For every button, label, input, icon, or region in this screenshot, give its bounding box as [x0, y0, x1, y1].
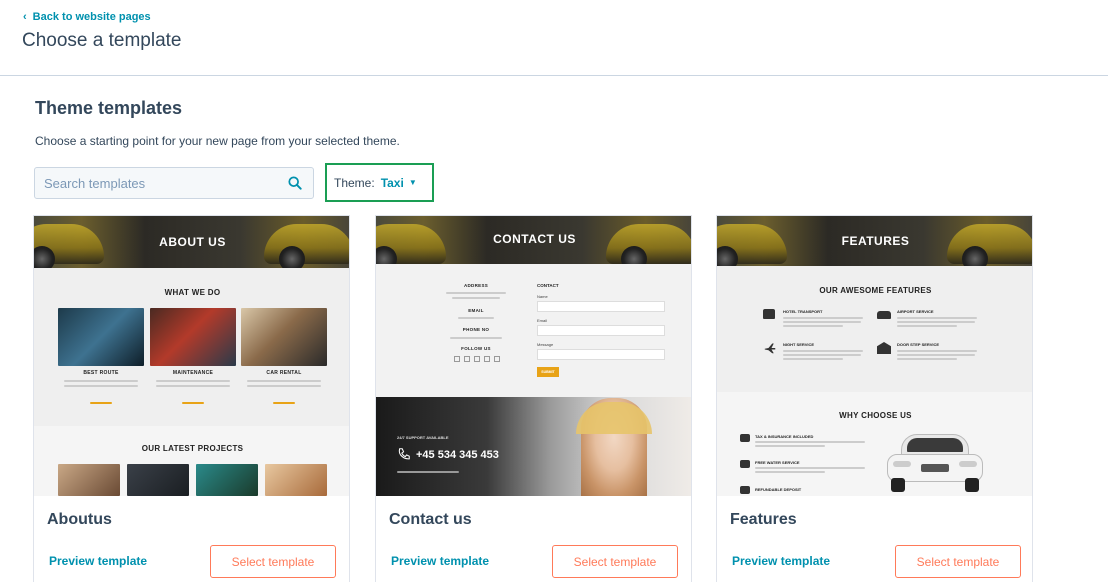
thumbnail-label: ADDRESS	[463, 283, 489, 288]
preview-template-link[interactable]: Preview template	[49, 554, 147, 568]
thumbnail-reason-label: REFUNDABLE DEPOSIT	[755, 487, 802, 492]
back-link-label: Back to website pages	[32, 11, 151, 23]
preview-template-link[interactable]: Preview template	[732, 554, 830, 568]
thumbnail-hero-title: ABOUT US	[159, 235, 226, 249]
thumbnail-feature-label: DOOR STEP SERVICE	[897, 342, 940, 347]
thumbnail-label: FOLLOW US	[461, 346, 491, 351]
template-card-aboutus: ABOUT US WHAT WE DO BEST ROUTE MAINTENAN…	[33, 215, 350, 582]
thumbnail-feature-label: AIRPORT SERVICE	[897, 309, 934, 314]
thumbnail-label: PHONE NO	[462, 327, 490, 332]
template-thumbnail[interactable]: FEATURES OUR AWESOME FEATURES HOTEL TRAN…	[717, 216, 1032, 496]
thumbnail-submit: SUBMIT	[537, 367, 559, 377]
thumbnail-heading: OUR LATEST PROJECTS	[141, 444, 244, 453]
thumbnail-hero: CONTACT US	[376, 216, 691, 264]
section-title: Theme templates	[35, 98, 183, 118]
thumbnail-hero: FEATURES	[717, 216, 1032, 266]
thumbnail-heading: WHY CHOOSE US	[839, 411, 912, 420]
thumbnail-reason-label: FREE WATER SERVICE	[755, 460, 800, 465]
chevron-left-icon: ‹	[23, 11, 27, 23]
search-input[interactable]	[35, 175, 275, 191]
page-title: Choose a template	[22, 30, 182, 51]
thumbnail-field-label: Email	[537, 318, 548, 323]
page-header: ‹ Back to website pages Choose a templat…	[0, 0, 1108, 76]
thumbnail-heading: OUR AWESOME FEATURES	[819, 286, 932, 295]
thumbnail-item-label: MAINTENANCE	[172, 370, 214, 376]
thumbnail-support-label: 24/7 SUPPORT AVAILABLE	[397, 435, 449, 440]
thumbnail-feature-label: NIGHT SERVICE	[783, 342, 815, 347]
theme-value: Taxi	[380, 175, 404, 190]
thumbnail-form-title: CONTACT	[537, 283, 559, 288]
thumbnail-hero-title: FEATURES	[841, 234, 910, 248]
thumbnail-item-label: CAR RENTAL	[266, 370, 302, 376]
airplane-icon	[764, 343, 776, 354]
thumbnail-field-label: Name	[537, 294, 548, 299]
template-thumbnail[interactable]: CONTACT US ADDRESS EMAIL PHONE NO FOLLOW…	[376, 216, 691, 496]
thumbnail-feature-label: HOTEL TRANSPORT	[783, 309, 823, 314]
section-description: Choose a starting point for your new pag…	[35, 134, 400, 148]
template-name: Aboutus	[47, 511, 112, 528]
template-card-contact-us: CONTACT US ADDRESS EMAIL PHONE NO FOLLOW…	[375, 215, 692, 582]
phone-icon	[398, 448, 410, 460]
preview-template-link[interactable]: Preview template	[391, 554, 489, 568]
search-icon[interactable]	[288, 176, 302, 190]
thumbnail-field-label: Message	[537, 342, 554, 347]
theme-label: Theme:	[334, 175, 375, 190]
select-template-button[interactable]: Select template	[552, 545, 678, 578]
template-name: Contact us	[389, 511, 472, 528]
back-to-website-pages-link[interactable]: ‹ Back to website pages	[23, 11, 151, 23]
select-template-button[interactable]: Select template	[210, 545, 336, 578]
template-card-features: FEATURES OUR AWESOME FEATURES HOTEL TRAN…	[716, 215, 1033, 582]
thumbnail-heading: WHAT WE DO	[164, 288, 221, 297]
thumbnail-hero: ABOUT US	[34, 216, 349, 268]
caret-down-icon: ▼	[408, 178, 417, 187]
template-name: Features	[730, 511, 797, 528]
thumbnail-label: EMAIL	[468, 308, 484, 313]
thumbnail-reason-label: TAX & INSURANCE INCLUDED	[755, 434, 814, 439]
template-thumbnail[interactable]: ABOUT US WHAT WE DO BEST ROUTE MAINTENAN…	[34, 216, 349, 496]
select-template-button[interactable]: Select template	[895, 545, 1021, 578]
search-box	[34, 167, 314, 199]
thumbnail-item-label: BEST ROUTE	[83, 370, 119, 376]
theme-dropdown[interactable]: Theme: Taxi ▼	[325, 163, 434, 202]
thumbnail-support-phone: +45 534 345 453	[416, 449, 499, 461]
thumbnail-hero-title: CONTACT US	[493, 232, 576, 246]
